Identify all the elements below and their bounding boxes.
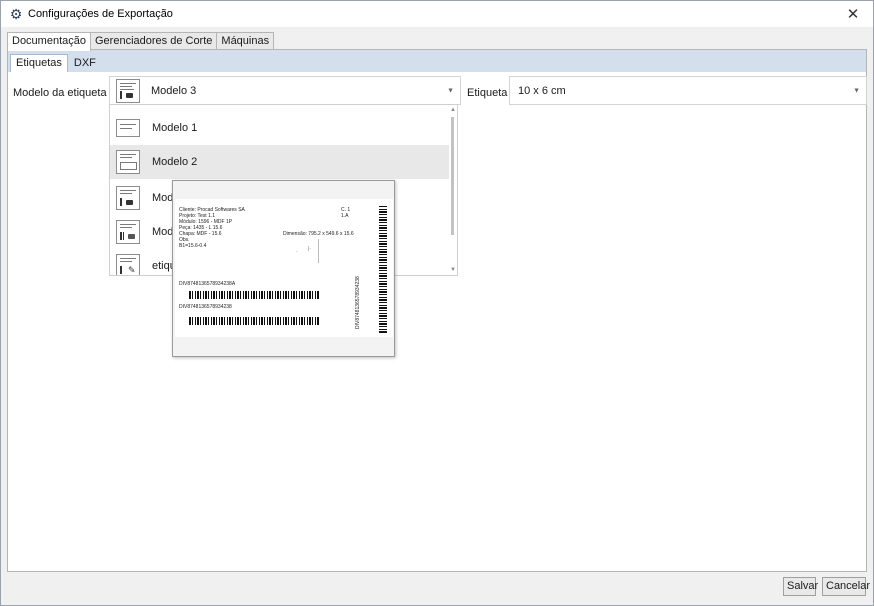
etiqueta-selected-value: 10 x 6 cm [518, 85, 566, 97]
close-icon: ✕ [846, 6, 860, 23]
gear-icon: ⚙ [9, 6, 23, 22]
model-label: Modelo da etiqueta [13, 87, 107, 99]
tab-gerenciadores-de-corte[interactable]: Gerenciadores de Corte [90, 32, 218, 50]
title-bar: ⚙ Configurações de Exportação ✕ [1, 1, 873, 27]
label-preview-tooltip: Cliente: Procad Softwares SA Projeto: Te… [172, 180, 395, 357]
barcode-b [189, 317, 319, 325]
etiqueta-size-select[interactable]: 10 x 6 cm ▼ [509, 76, 867, 105]
label-model-3-icon [116, 79, 140, 103]
label-model-edit-icon: ✎ [116, 254, 140, 275]
export-settings-window: ⚙ Configurações de Exportação ✕ Document… [0, 0, 874, 606]
dropdown-scrollbar[interactable]: ▲ ▼ [449, 105, 457, 275]
preview-code-b: DIV8748136578934238 [179, 304, 232, 310]
label-model-1-icon [116, 119, 140, 137]
label-model-3-icon [116, 186, 140, 210]
preview-dimension: Dimensão: 795.2 x 549.6 x 15.6 [283, 231, 354, 237]
chevron-down-icon: ▼ [447, 87, 454, 94]
model-selected-value: Modelo 3 [151, 85, 197, 97]
tab-maquinas[interactable]: Máquinas [216, 32, 275, 50]
label-model-2-icon [116, 150, 140, 174]
dialog-button-bar: Salvar Cancelar [7, 575, 870, 601]
label-preview: Cliente: Procad Softwares SA Projeto: Te… [175, 199, 393, 337]
close-button[interactable]: ✕ [843, 4, 863, 24]
barcode-vertical [379, 205, 387, 333]
tab-dxf[interactable]: DXF [68, 54, 102, 72]
save-button[interactable]: Salvar [783, 577, 818, 596]
preview-a-line: 1.A [341, 213, 349, 219]
label-model-4-icon [116, 220, 140, 244]
list-item-modelo-1[interactable]: Modelo 1 [110, 111, 451, 145]
chevron-down-icon: ▼ [853, 87, 860, 94]
scrollbar-thumb[interactable] [451, 117, 454, 235]
preview-code-vertical: DIV8748136578934238 [355, 276, 361, 329]
cancel-button[interactable]: Cancelar [822, 577, 870, 596]
scroll-up-icon[interactable]: ▲ [450, 107, 456, 113]
top-tab-strip: Documentação Gerenciadores de Corte Máqu… [7, 32, 275, 51]
list-item-label: Mod [152, 226, 174, 238]
list-item-label: Modelo 1 [152, 122, 198, 134]
sub-tab-strip: Etiquetas DXF [8, 50, 866, 72]
etiqueta-label: Etiqueta [467, 87, 508, 99]
preview-line: B1=15.6-0.4 [179, 243, 207, 249]
window-title: Configurações de Exportação [28, 8, 173, 20]
preview-piece-image: · |· [293, 239, 319, 263]
tab-etiquetas[interactable]: Etiquetas [10, 54, 68, 72]
list-item-label: Modelo 2 [152, 156, 198, 168]
list-item-label: Mod [152, 192, 174, 204]
scroll-down-icon[interactable]: ▼ [450, 267, 456, 273]
tab-documentacao[interactable]: Documentação [7, 32, 91, 51]
model-select[interactable]: Modelo 3 ▼ [109, 76, 461, 105]
barcode-a [189, 291, 319, 299]
list-item-modelo-2[interactable]: Modelo 2 [110, 145, 451, 179]
preview-code-a: DIV8748136578934238A [179, 281, 236, 287]
